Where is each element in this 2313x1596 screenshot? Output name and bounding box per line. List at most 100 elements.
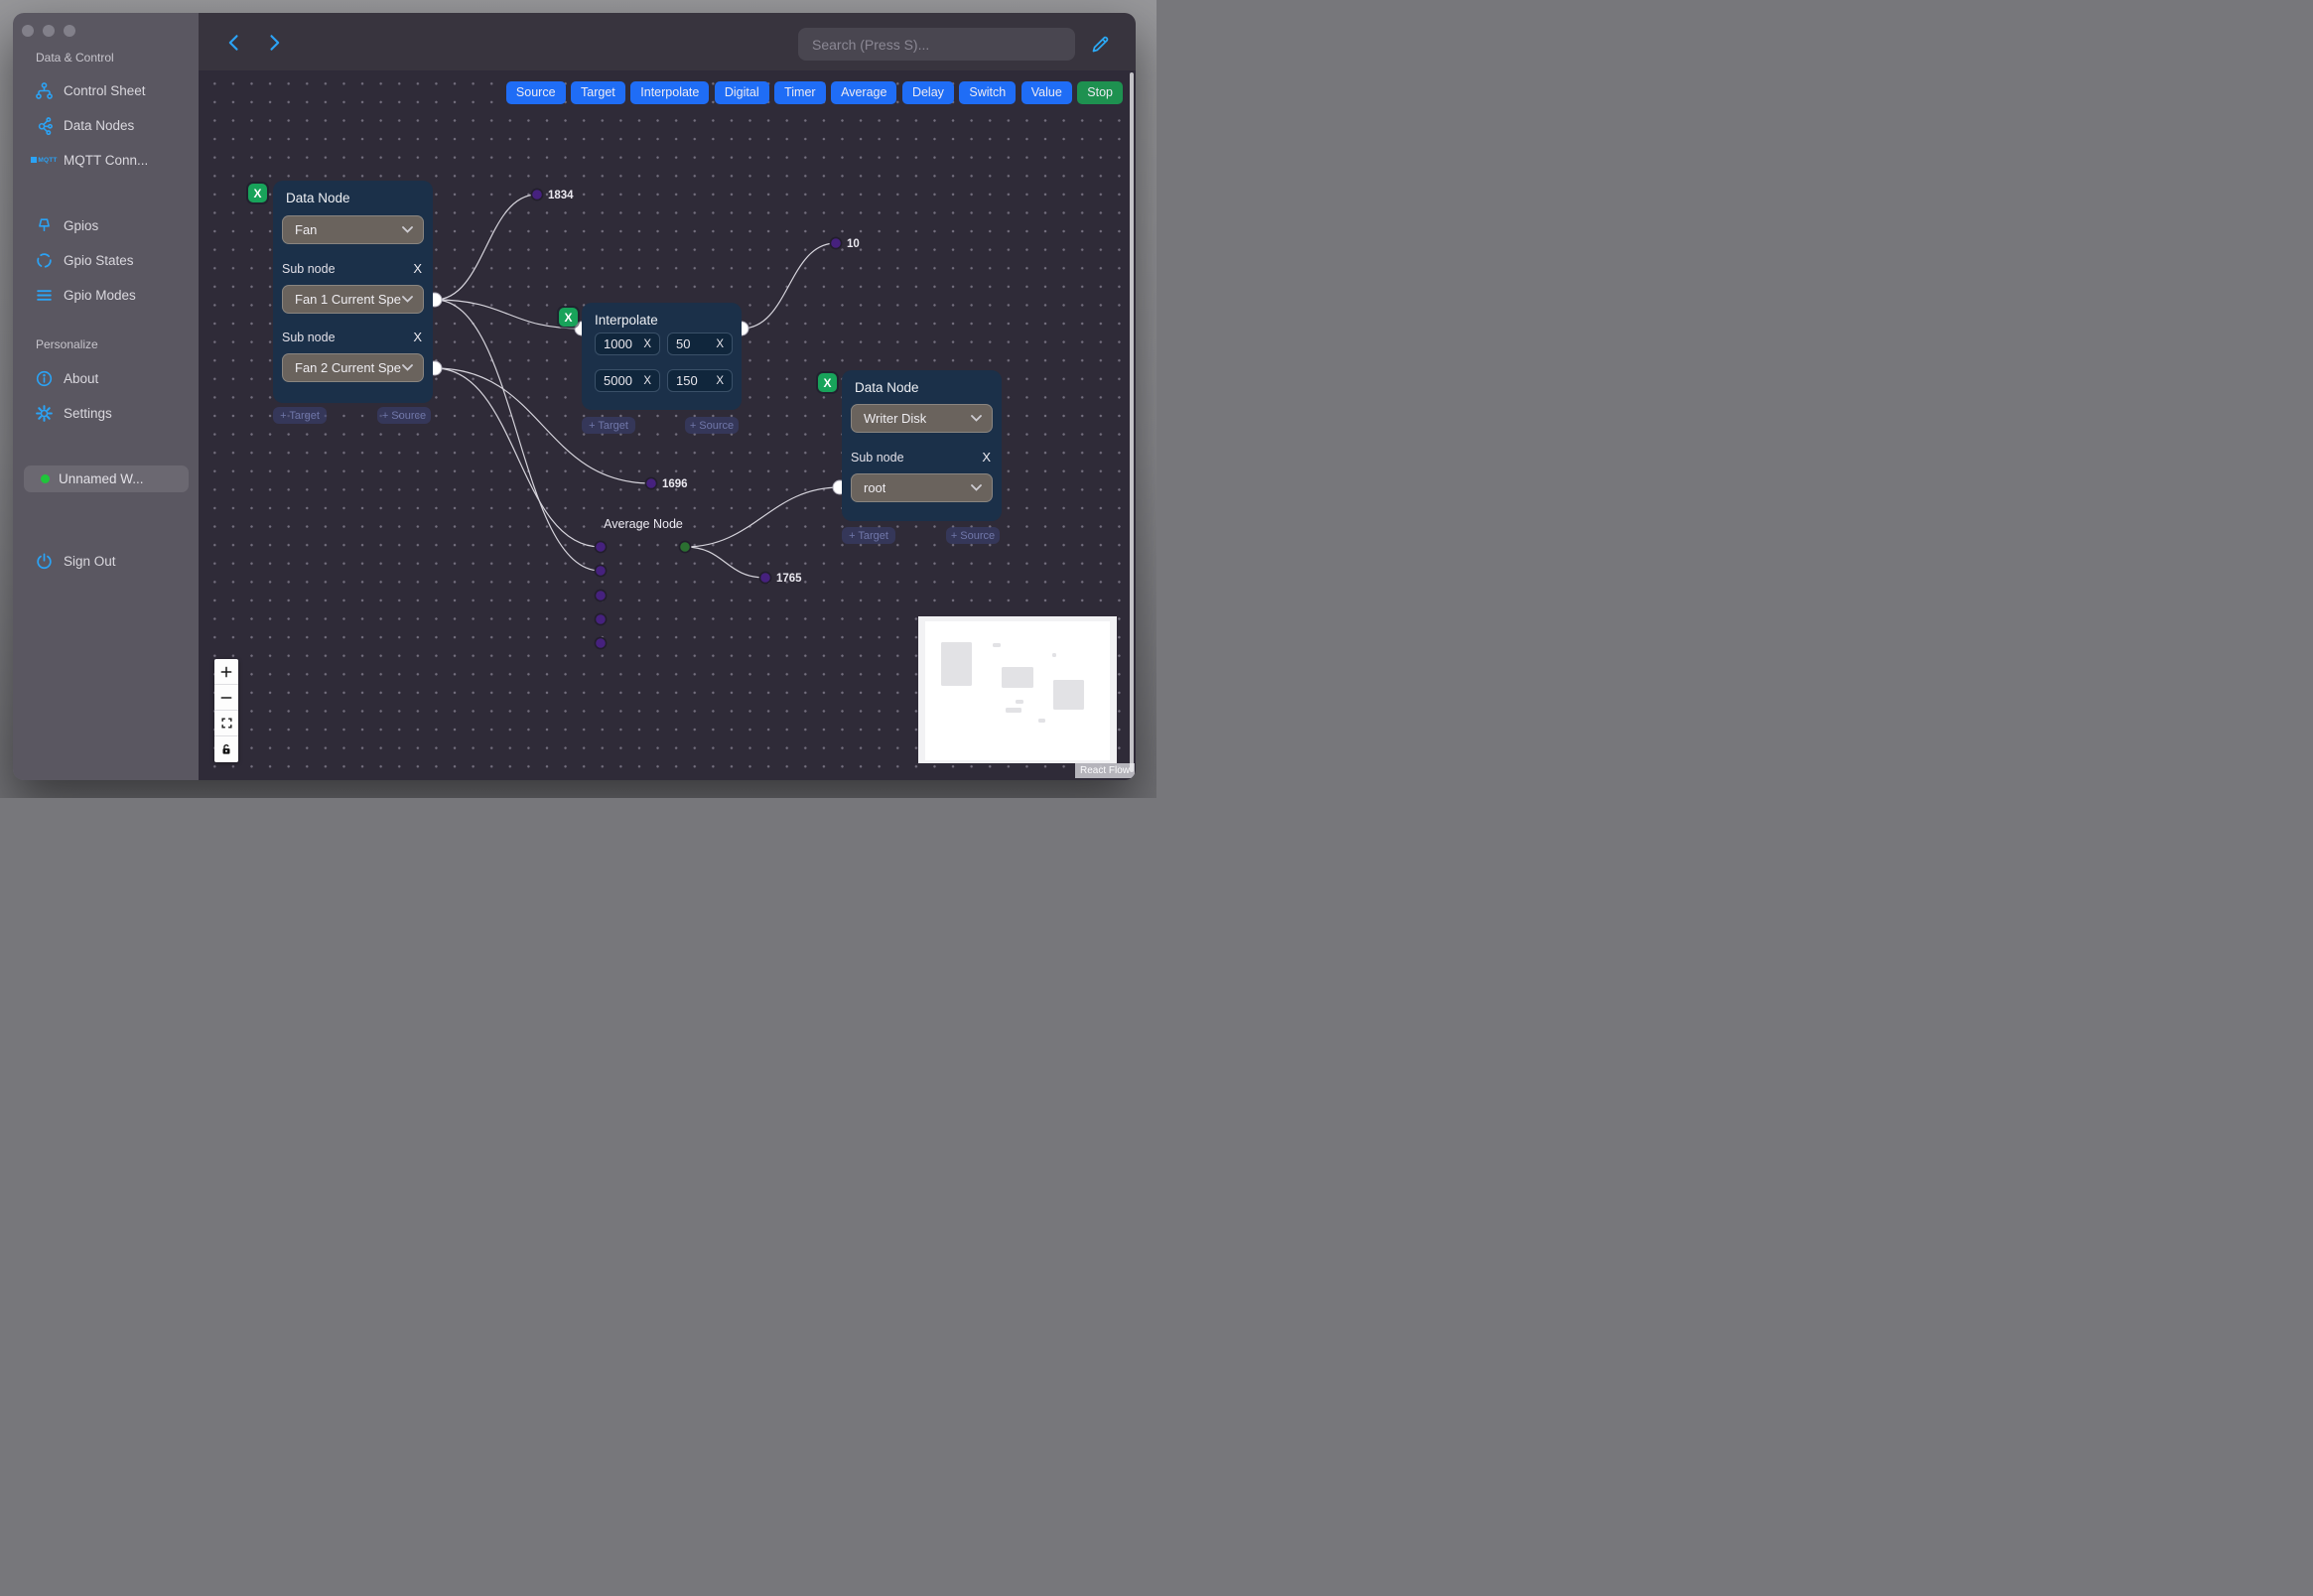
window-close-button[interactable] [22, 25, 34, 37]
flow-canvas[interactable]: Source Target Interpolate Digital Timer … [199, 70, 1136, 780]
pin-icon [35, 216, 54, 235]
add-target-chip[interactable]: + Target [582, 417, 635, 434]
workflow-label: Unnamed W... [59, 471, 144, 486]
pencil-icon [1092, 36, 1109, 53]
sidebar-item-about[interactable]: About [13, 366, 199, 390]
edit-button[interactable] [1090, 34, 1111, 55]
add-target-chip[interactable]: + Target [273, 407, 327, 424]
delete-node-button[interactable]: X [818, 373, 837, 392]
vertical-scrollbar[interactable] [1130, 72, 1134, 772]
average-input-dot[interactable] [594, 612, 608, 626]
node-title: Data Node [855, 380, 919, 395]
sidebar-item-data-nodes[interactable]: Data Nodes [13, 113, 199, 137]
clear-value-button[interactable]: X [643, 375, 651, 387]
lock-button[interactable] [214, 736, 238, 762]
window-zoom-button[interactable] [64, 25, 75, 37]
node-type-select[interactable]: Fan [282, 215, 424, 244]
value-port-dot[interactable] [644, 476, 658, 490]
sidebar-item-gpio-states[interactable]: Gpio States [13, 248, 199, 272]
edge [684, 546, 766, 579]
average-input-dot[interactable] [594, 564, 608, 578]
edge [741, 242, 837, 330]
chevron-down-icon [402, 296, 413, 303]
canvas-controls [214, 659, 238, 762]
zoom-out-button[interactable] [214, 685, 238, 711]
writer-data-node[interactable]: Data Node Writer Disk Sub node X root [842, 370, 1002, 521]
value-port-dot[interactable] [829, 236, 843, 250]
sidebar-item-label: Settings [64, 405, 112, 421]
workflow-status-dot [41, 474, 50, 483]
minimap-node [1038, 719, 1045, 723]
subnode-select[interactable]: root [851, 473, 993, 502]
add-source-chip[interactable]: + Source [377, 407, 431, 424]
chevron-down-icon [402, 226, 413, 233]
desktop: Data & Control Control Sheet Data Nodes … [0, 0, 1156, 798]
sidebar-item-label: Sign Out [64, 553, 116, 569]
minus-icon [220, 696, 232, 699]
gear-icon [35, 404, 54, 423]
edge [684, 486, 841, 548]
value-port-dot[interactable] [758, 571, 772, 585]
node-type-select[interactable]: Writer Disk [851, 404, 993, 433]
clear-value-button[interactable]: X [643, 338, 651, 350]
remove-subnode-button[interactable]: X [411, 261, 424, 276]
sidebar: Data & Control Control Sheet Data Nodes … [13, 13, 199, 780]
back-button[interactable] [224, 33, 244, 53]
sidebar-item-mqtt[interactable]: MQTT MQTT Conn... [13, 148, 199, 172]
average-node-title: Average Node [604, 517, 683, 531]
power-icon [35, 552, 54, 571]
average-input-dot[interactable] [594, 636, 608, 650]
subnode-select[interactable]: Fan 1 Current Spe [282, 285, 424, 314]
edge-value-label: 1834 [548, 190, 574, 201]
add-source-chip[interactable]: + Source [685, 417, 739, 434]
remove-subnode-button[interactable]: X [411, 330, 424, 344]
remove-subnode-button[interactable]: X [980, 450, 993, 465]
delete-node-button[interactable]: X [559, 308, 578, 327]
sidebar-section-heading: Personalize [36, 337, 98, 351]
average-input-dot[interactable] [594, 589, 608, 602]
chevron-right-icon [270, 35, 280, 51]
zoom-in-button[interactable] [214, 659, 238, 685]
sidebar-item-gpio-modes[interactable]: Gpio Modes [13, 283, 199, 307]
window-controls [22, 25, 75, 37]
edge [434, 194, 538, 301]
average-input-dot[interactable] [594, 540, 608, 554]
clear-value-button[interactable]: X [716, 375, 724, 387]
node-title: Data Node [286, 191, 350, 205]
clear-value-button[interactable]: X [716, 338, 724, 350]
sitemap-icon [35, 81, 54, 100]
unlock-icon [222, 744, 230, 754]
search-input[interactable] [798, 28, 1075, 61]
sidebar-item-control-sheet[interactable]: Control Sheet [13, 78, 199, 102]
interpolate-input[interactable]: 50 X [667, 332, 733, 355]
interpolate-input[interactable]: 1000 X [595, 332, 660, 355]
add-source-chip[interactable]: + Source [946, 527, 1000, 544]
value-port-dot[interactable] [530, 188, 544, 201]
sidebar-item-settings[interactable]: Settings [13, 401, 199, 425]
minimap-node [1002, 667, 1033, 688]
minimap[interactable] [918, 616, 1117, 763]
react-flow-attribution: React Flow [1075, 763, 1136, 778]
window-minimize-button[interactable] [43, 25, 55, 37]
sidebar-item-gpios[interactable]: Gpios [13, 213, 199, 237]
sidebar-item-label: Data Nodes [64, 117, 135, 133]
forward-button[interactable] [264, 33, 284, 53]
sidebar-item-sign-out[interactable]: Sign Out [13, 549, 199, 573]
sidebar-item-workflow[interactable]: Unnamed W... [24, 466, 189, 492]
fan-data-node[interactable]: Data Node Fan Sub node X Fan 1 Current S… [273, 181, 433, 403]
interpolate-input[interactable]: 150 X [667, 369, 733, 392]
interpolate-input[interactable]: 5000 X [595, 369, 660, 392]
main-panel: Source Target Interpolate Digital Timer … [199, 13, 1136, 780]
add-target-chip[interactable]: + Target [842, 527, 895, 544]
info-icon [35, 369, 54, 388]
interpolate-node[interactable]: Interpolate 1000 X 50 X 5000 X 150 X [582, 303, 742, 410]
dashed-circle-icon [35, 251, 54, 270]
delete-node-button[interactable]: X [248, 184, 267, 202]
average-output-dot[interactable] [678, 540, 692, 554]
edge-value-label: 1765 [776, 573, 802, 585]
mqtt-icon: MQTT [31, 151, 57, 170]
subnode-label: Sub node [282, 261, 336, 276]
subnode-select[interactable]: Fan 2 Current Spe [282, 353, 424, 382]
fit-view-button[interactable] [214, 711, 238, 736]
sidebar-item-label: Control Sheet [64, 82, 146, 98]
